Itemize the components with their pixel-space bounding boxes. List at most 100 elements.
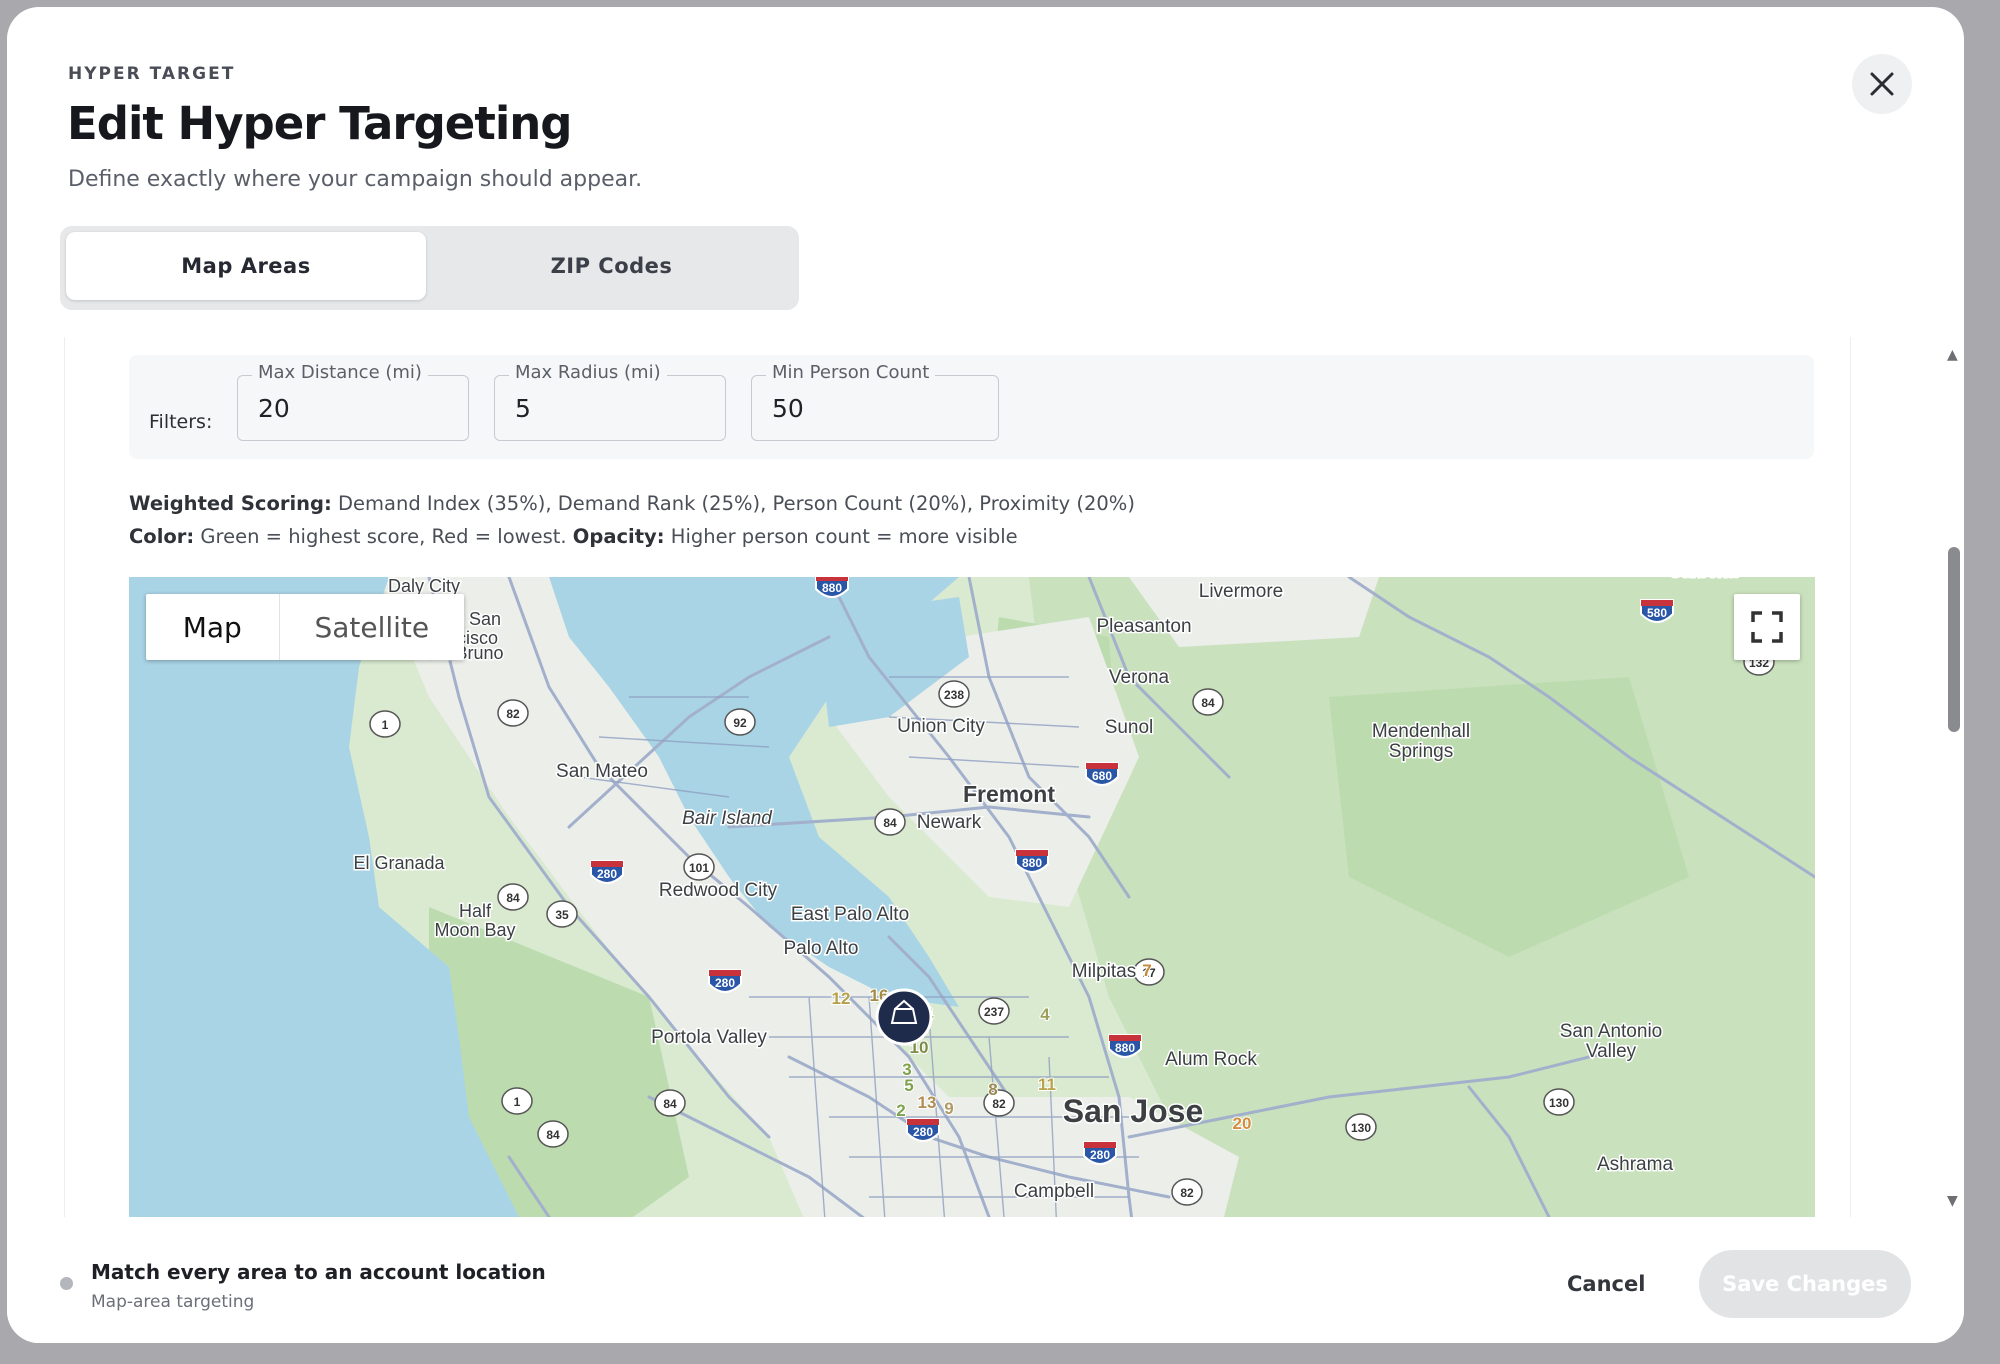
scroll-up-icon[interactable]: ▲: [1947, 347, 1958, 363]
svg-text:92: 92: [733, 716, 747, 730]
weighted-scoring-label: Weighted Scoring:: [129, 492, 332, 515]
map-type-satellite-button[interactable]: Satellite: [280, 594, 464, 660]
tab-map-areas[interactable]: Map Areas: [66, 232, 426, 300]
weighted-scoring-line: Weighted Scoring: Demand Index (35%), De…: [129, 487, 1135, 520]
opacity-text: Higher person count = more visible: [670, 525, 1018, 548]
filters-label: Filters:: [149, 411, 213, 433]
map-place-label: Milpitas: [1072, 961, 1136, 982]
area-marker[interactable]: 2: [895, 1100, 906, 1121]
highway-shield-icon: 82: [497, 699, 529, 727]
edit-modal: HYPER TARGET Edit Hyper Targeting Define…: [7, 7, 1964, 1343]
color-label: Color:: [129, 525, 195, 548]
map-view[interactable]: 880 880 880 580 238 92 84 84 84 84 82 82 82 1 1 680 101 2…: [129, 577, 1815, 1217]
map-place-label: Newark: [917, 812, 982, 833]
highway-shield-icon: 280: [708, 969, 742, 993]
scrollbar[interactable]: ▲ ▼: [1944, 347, 1964, 1217]
highway-shield-icon: 238: [938, 680, 970, 708]
svg-text:84: 84: [663, 1097, 677, 1111]
opacity-label: Opacity:: [572, 525, 665, 548]
highway-shield-icon: 130: [1345, 1113, 1377, 1141]
area-marker[interactable]: 12: [831, 988, 852, 1009]
close-icon: [1870, 72, 1894, 96]
map-place-label: Palo Alto: [784, 938, 859, 959]
map-place-label: Ashrama: [1597, 1154, 1673, 1175]
svg-text:82: 82: [992, 1097, 1006, 1111]
map-place-label: Verona: [1109, 667, 1170, 688]
scroll-down-icon[interactable]: ▼: [1947, 1193, 1958, 1209]
highway-shield-icon: 580: [1640, 599, 1674, 623]
highway-shield-icon: 35: [546, 900, 578, 928]
highway-shield-icon: 84: [1192, 688, 1224, 716]
cancel-button[interactable]: Cancel: [1567, 1272, 1645, 1296]
area-marker[interactable]: 11: [1037, 1074, 1057, 1095]
color-text: Green = highest score, Red = lowest.: [200, 525, 567, 548]
highway-shield-icon: 101: [683, 853, 715, 881]
map-place-label: Bair Island: [682, 808, 773, 829]
filters-bar: Filters: Max Distance (mi) 20 Max Radius…: [129, 355, 1814, 459]
map-place-label: El Granada: [353, 853, 445, 873]
svg-text:237: 237: [984, 1005, 1004, 1019]
highway-shield-icon: 130: [1543, 1088, 1575, 1116]
svg-text:35: 35: [555, 908, 569, 922]
map-place-label: Carbona: [1668, 577, 1738, 581]
map-place-label: Union City: [897, 716, 985, 737]
fullscreen-icon: [1751, 611, 1783, 643]
highway-shield-icon: 880: [1108, 1034, 1142, 1058]
highway-shield-icon: 280: [1083, 1141, 1117, 1165]
footer-subtitle: Map-area targeting: [91, 1292, 255, 1312]
tab-zip-codes[interactable]: ZIP Codes: [430, 232, 793, 300]
highway-shield-icon: 1: [369, 710, 401, 738]
svg-text:880: 880: [822, 581, 842, 595]
scoring-legend: Weighted Scoring: Demand Index (35%), De…: [129, 487, 1135, 553]
area-marker[interactable]: 9: [943, 1098, 954, 1119]
map-place-label: Campbell: [1014, 1181, 1094, 1202]
map-type-map-button[interactable]: Map: [146, 594, 280, 660]
svg-text:280: 280: [597, 867, 617, 881]
highway-shield-icon: 84: [497, 883, 529, 911]
max-distance-field[interactable]: Max Distance (mi) 20: [237, 362, 469, 441]
svg-text:238: 238: [944, 688, 964, 702]
map-place-label: Alum Rock: [1165, 1049, 1257, 1070]
fullscreen-button[interactable]: [1734, 594, 1800, 660]
modal-footer: Match every area to an account location …: [7, 1220, 1964, 1343]
area-marker[interactable]: 8: [987, 1079, 998, 1100]
area-marker[interactable]: 5: [903, 1075, 914, 1096]
max-radius-value[interactable]: 5: [515, 394, 531, 423]
min-person-count-field[interactable]: Min Person Count 50: [751, 362, 999, 441]
max-distance-value[interactable]: 20: [258, 394, 290, 423]
area-marker[interactable]: 20: [1232, 1113, 1253, 1134]
area-marker[interactable]: 13: [917, 1092, 938, 1113]
area-marker[interactable]: 7: [1141, 960, 1152, 981]
map-place-label: Sunol: [1105, 717, 1154, 738]
highway-shield-icon: 880: [815, 577, 849, 598]
map-place-label: Pleasanton: [1096, 616, 1191, 637]
svg-text:580: 580: [1647, 606, 1667, 620]
highway-shield-icon: 84: [874, 808, 906, 836]
map-type-toggle: Map Satellite: [146, 594, 464, 660]
map-place-label: Portola Valley: [651, 1027, 767, 1048]
svg-text:84: 84: [506, 891, 520, 905]
svg-text:1: 1: [514, 1095, 521, 1109]
map-canvas[interactable]: 8808808805802389284848484828282116801012…: [129, 577, 1815, 1217]
min-person-count-value[interactable]: 50: [772, 394, 804, 423]
scrollbar-thumb[interactable]: [1948, 547, 1960, 732]
map-areas-panel[interactable]: Filters: Max Distance (mi) 20 Max Radius…: [64, 337, 1851, 1217]
close-button[interactable]: [1852, 54, 1912, 114]
highway-shield-icon: 84: [537, 1120, 569, 1148]
highway-shield-icon: 82: [1171, 1178, 1203, 1206]
color-opacity-line: Color: Green = highest score, Red = lowe…: [129, 520, 1135, 553]
status-dot: [60, 1277, 73, 1290]
svg-text:880: 880: [1022, 856, 1042, 870]
max-radius-field[interactable]: Max Radius (mi) 5: [494, 362, 726, 441]
area-marker[interactable]: 4: [1039, 1004, 1051, 1025]
map-place-label: Livermore: [1199, 581, 1283, 602]
save-changes-button[interactable]: Save Changes: [1699, 1250, 1911, 1318]
weighted-scoring-text: Demand Index (35%), Demand Rank (25%), P…: [338, 492, 1135, 515]
svg-text:880: 880: [1115, 1041, 1135, 1055]
location-pin-icon[interactable]: [875, 988, 933, 1046]
svg-text:280: 280: [913, 1125, 933, 1139]
highway-shield-icon: 92: [724, 708, 756, 736]
highway-shield-icon: 84: [654, 1089, 686, 1117]
map-place-label: East Palo Alto: [791, 904, 909, 925]
svg-text:84: 84: [883, 816, 897, 830]
